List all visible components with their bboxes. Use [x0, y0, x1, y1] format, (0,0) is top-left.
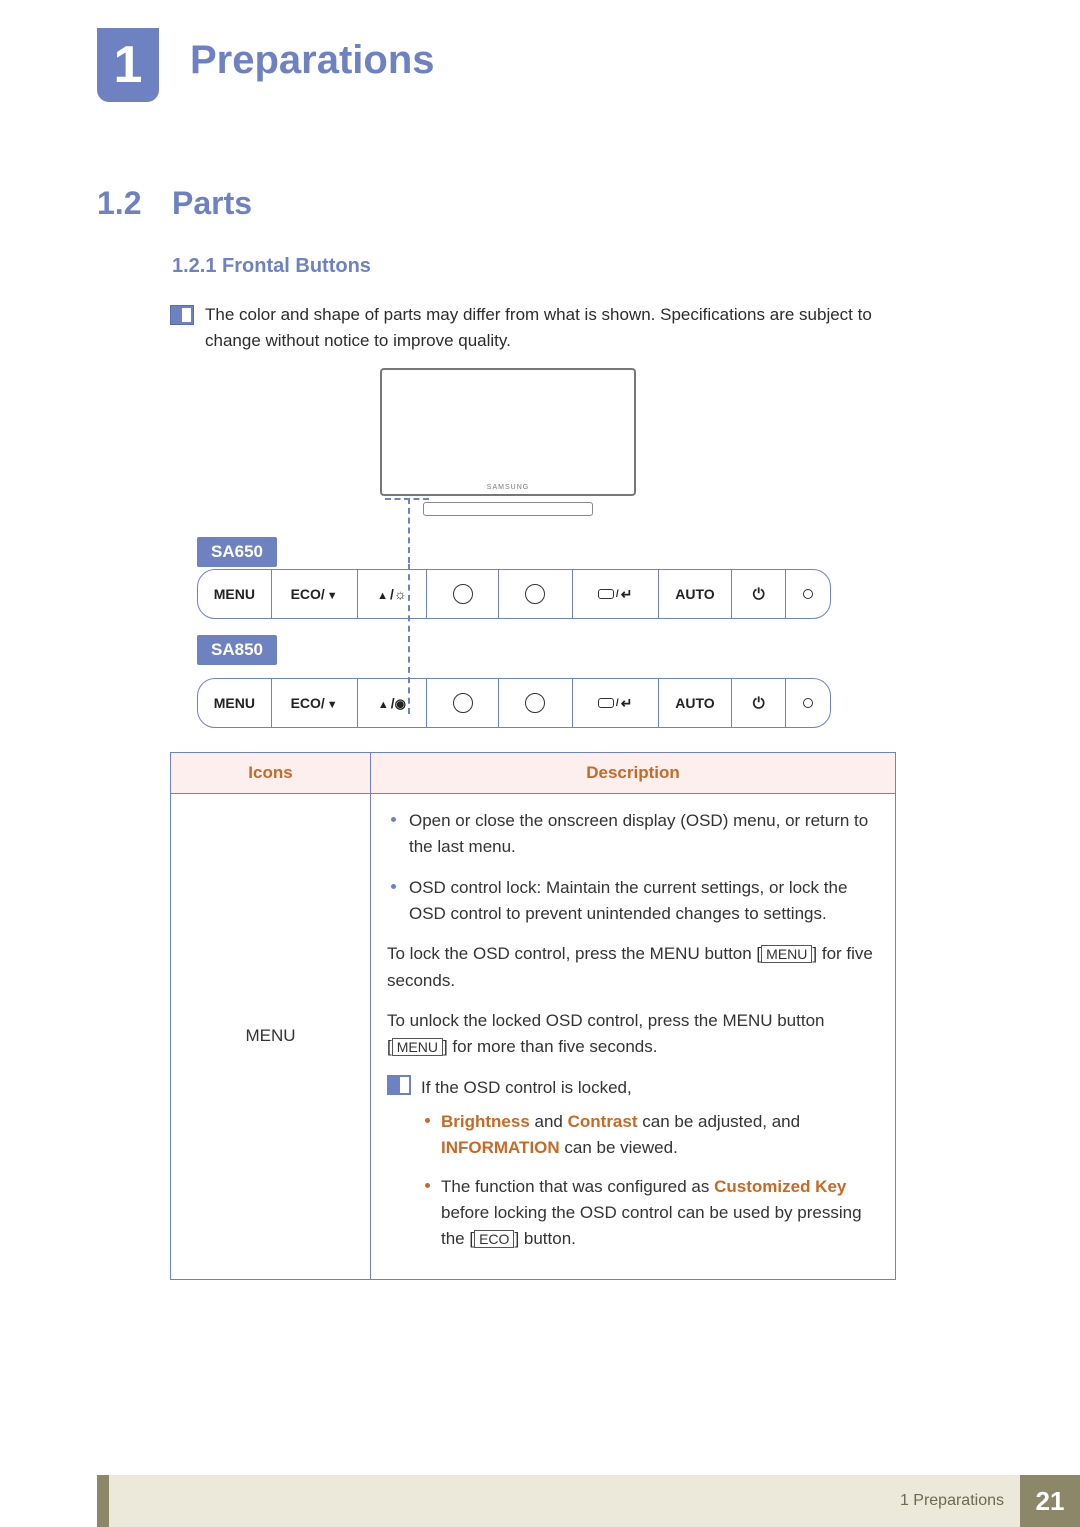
paragraph: To unlock the locked OSD control, press …: [387, 1008, 879, 1061]
section-number: 1.2: [97, 185, 141, 222]
enter-icon: [621, 695, 633, 712]
eco-down-button-label: ECO/: [272, 679, 358, 727]
power-icon: [753, 586, 765, 603]
blank-button: [427, 679, 499, 727]
circle-icon: [453, 584, 473, 604]
menu-button-label: MENU: [198, 679, 272, 727]
table-header-description: Description: [371, 753, 896, 794]
note-text: The color and shape of parts may differ …: [205, 302, 925, 355]
note-icon: [387, 1075, 411, 1095]
button-description-table: Icons Description MENU Open or close the…: [170, 752, 896, 1280]
power-button-label: [732, 570, 786, 618]
triangle-up-icon: [377, 586, 390, 602]
callout-line: [385, 498, 429, 500]
circle-icon: [525, 584, 545, 604]
triangle-down-icon: [325, 586, 338, 602]
auto-button-label: AUTO: [659, 570, 733, 618]
power-button-label: [732, 679, 786, 727]
chapter-title: Preparations: [190, 38, 435, 83]
circle-icon: [803, 589, 813, 599]
eco-key-label: ECO: [474, 1230, 514, 1248]
table-row: MENU Open or close the onscreen display …: [171, 794, 896, 1280]
note-icon: [170, 305, 194, 325]
source-enter-button-label: /: [573, 570, 659, 618]
section-title: Parts: [172, 185, 252, 222]
up-brightness-button-label: /: [358, 570, 428, 618]
table-header-icons: Icons: [171, 753, 371, 794]
menu-button-label: MENU: [198, 570, 272, 618]
button-row-sa650: MENU ECO/ / / AUTO: [197, 569, 831, 619]
list-item: The function that was configured as Cust…: [421, 1174, 879, 1253]
chapter-number-badge: 1: [97, 28, 159, 102]
eco-down-button-label: ECO/: [272, 570, 358, 618]
blank-button: [427, 570, 499, 618]
monitor-brand-label: SAMSUNG: [487, 484, 529, 491]
subsection-heading: 1.2.1 Frontal Buttons: [172, 255, 371, 278]
menu-key-label: MENU: [761, 945, 812, 963]
brightness-icon: [394, 586, 407, 602]
enter-icon: [621, 586, 633, 603]
monitor-diagram: SAMSUNG: [380, 368, 636, 516]
menu-key-label: MENU: [392, 1038, 443, 1056]
button-row-sa850: MENU ECO/ / / AUTO: [197, 678, 831, 728]
list-item: Open or close the onscreen display (OSD)…: [387, 808, 879, 861]
auto-button-label: AUTO: [659, 679, 733, 727]
model-label-sa850: SA850: [197, 635, 277, 665]
page-number: 21: [1020, 1475, 1080, 1527]
list-item: OSD control lock: Maintain the current s…: [387, 875, 879, 928]
circle-icon: [453, 693, 473, 713]
triangle-up-icon: [378, 695, 391, 711]
circle-icon: [803, 698, 813, 708]
paragraph: To lock the OSD control, press the MENU …: [387, 941, 879, 994]
source-enter-button-label: /: [573, 679, 659, 727]
footer-breadcrumb: 1 Preparations: [900, 1492, 1004, 1510]
table-cell-description: Open or close the onscreen display (OSD)…: [371, 794, 896, 1280]
list-item: Brightness and Contrast can be adjusted,…: [421, 1109, 879, 1162]
note-lead: If the OSD control is locked,: [421, 1075, 879, 1101]
led-indicator: [786, 570, 830, 618]
led-indicator: [786, 679, 830, 727]
model-label-sa650: SA650: [197, 537, 277, 567]
up-sensor-button-label: /: [358, 679, 428, 727]
callout-line: [408, 498, 410, 563]
blank-button: [499, 570, 573, 618]
table-cell-icon: MENU: [171, 794, 371, 1280]
triangle-down-icon: [325, 695, 338, 711]
sensor-icon: [395, 695, 406, 712]
page-footer: 1 Preparations 21: [0, 1475, 1080, 1527]
blank-button: [499, 679, 573, 727]
power-icon: [753, 695, 765, 712]
circle-icon: [525, 693, 545, 713]
